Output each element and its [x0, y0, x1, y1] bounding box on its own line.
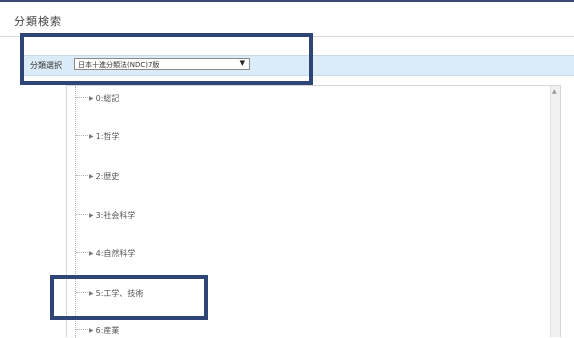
expand-arrow-icon[interactable]: ▶	[89, 250, 94, 257]
tree-scrollbar[interactable]: ▲	[550, 86, 560, 337]
tree-node-1[interactable]: ▶ 1:哲学	[76, 129, 119, 143]
tree-connector	[76, 97, 88, 99]
expand-arrow-icon[interactable]: ▶	[89, 95, 94, 102]
tree-node-0[interactable]: ▶ 0:総記	[76, 91, 119, 105]
scroll-up-arrow-icon[interactable]: ▲	[552, 88, 557, 95]
tree-node-label[interactable]: 2:歴史	[96, 171, 120, 182]
tree-connector	[76, 135, 88, 137]
tree-node-3[interactable]: ▶ 3:社会科学	[76, 208, 135, 222]
expand-arrow-icon[interactable]: ▶	[89, 327, 94, 334]
tree-node-label[interactable]: 3:社会科学	[96, 210, 136, 221]
tree-node-label[interactable]: 0:総記	[96, 93, 120, 104]
tree-connector	[76, 252, 88, 254]
expand-arrow-icon[interactable]: ▶	[89, 173, 94, 180]
expand-arrow-icon[interactable]: ▶	[89, 133, 94, 140]
tree-connector	[76, 329, 88, 331]
expand-arrow-icon[interactable]: ▶	[89, 212, 94, 219]
tree-node-label[interactable]: 1:哲学	[96, 131, 120, 142]
window-title: 分類検索	[14, 15, 62, 28]
classification-search-window: 分類検索 分類選択 日本十進分類法(NDC)7版 ▼ ▶ 0:総記 ▶ 1:哲学…	[0, 0, 574, 338]
highlight-box-tree-node	[50, 275, 208, 320]
tree-node-4[interactable]: ▶ 4:自然科学	[76, 246, 135, 260]
tree-node-label[interactable]: 4:自然科学	[96, 248, 136, 259]
highlight-box-select	[20, 33, 313, 85]
tree-node-label[interactable]: 6:産業	[96, 325, 120, 336]
tree-connector	[76, 214, 88, 216]
tree-node-2[interactable]: ▶ 2:歴史	[76, 169, 119, 183]
tree-connector	[76, 175, 88, 177]
